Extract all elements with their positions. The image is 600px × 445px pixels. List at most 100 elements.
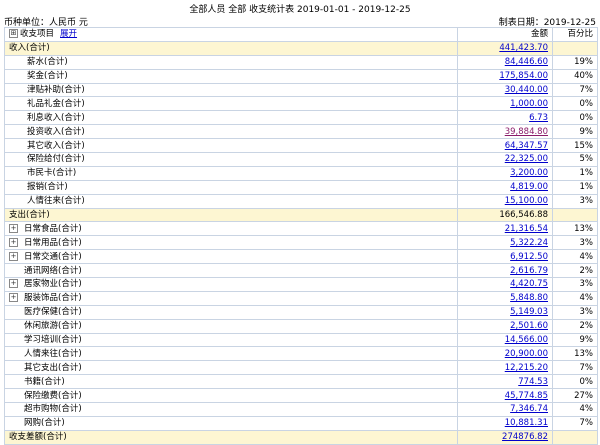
expense-item-amount-link[interactable]: 7,346.74 bbox=[510, 404, 548, 414]
income-item-amount-link[interactable]: 22,325.00 bbox=[505, 154, 548, 164]
expense-item-row: 通讯网络(合计) 2,616.79 2% bbox=[4, 263, 598, 279]
balance-total-row: 收支差额(合计) 274876.82 bbox=[4, 430, 598, 445]
expense-item-row: 其它支出(合计) 12,215.20 7% bbox=[4, 360, 598, 376]
income-item-percent: 9% bbox=[552, 124, 598, 140]
expense-item-label: 书籍(合计) bbox=[24, 376, 65, 387]
income-item-row: 投资收入(合计) 39,884.80 9% bbox=[4, 124, 598, 140]
expense-item-row: + 日常交通(合计) 6,912.50 4% bbox=[4, 249, 598, 265]
income-item-label: 津贴补助(合计) bbox=[27, 85, 85, 95]
income-item-amount-link[interactable]: 39,884.80 bbox=[505, 127, 548, 137]
expense-item-percent: 3% bbox=[552, 277, 598, 292]
expense-item-label: 服装饰品(合计) bbox=[24, 293, 82, 304]
income-item-amount-link[interactable]: 3,200.00 bbox=[510, 168, 548, 178]
expand-plus-icon[interactable]: + bbox=[9, 293, 18, 303]
report-title: 全部人员 全部 收支统计表 2019-01-01 - 2019-12-25 bbox=[189, 5, 411, 15]
expense-item-amount-link[interactable]: 2,616.79 bbox=[510, 266, 548, 276]
expand-plus-icon[interactable]: + bbox=[9, 279, 18, 289]
expense-item-percent: 4% bbox=[552, 402, 598, 417]
income-item-label: 报销(合计) bbox=[27, 182, 68, 193]
income-item-amount-link[interactable]: 30,440.00 bbox=[505, 85, 548, 95]
header-item-label: 收支项目 bbox=[20, 29, 55, 40]
expense-item-amount-link[interactable]: 12,215.20 bbox=[505, 363, 548, 373]
expense-item-row: 学习培训(合计) 14,566.00 9% bbox=[4, 333, 598, 348]
expense-item-amount-link[interactable]: 14,566.00 bbox=[505, 335, 548, 345]
expense-item-label: 日常食品(合计) bbox=[24, 223, 82, 234]
income-item-percent: 3% bbox=[552, 194, 598, 209]
income-item-label: 其它收入(合计) bbox=[27, 140, 85, 151]
income-item-amount-link[interactable]: 84,446.60 bbox=[505, 57, 548, 67]
income-item-percent: 5% bbox=[552, 152, 598, 167]
expense-item-label: 人情来往(合计) bbox=[24, 348, 82, 359]
expense-item-percent: 9% bbox=[552, 333, 598, 348]
income-item-row: 其它收入(合计) 64,347.57 15% bbox=[4, 138, 598, 154]
expense-item-row: + 服装饰品(合计) 5,848.80 4% bbox=[4, 291, 598, 306]
income-item-row: 报销(合计) 4,819.00 1% bbox=[4, 180, 598, 195]
income-item-amount-link[interactable]: 4,819.00 bbox=[510, 182, 548, 192]
income-total-row: 收入(合计) 441,423.70 bbox=[4, 41, 598, 56]
income-item-percent: 19% bbox=[552, 55, 598, 70]
income-item-row: 人情往来(合计) 15,100.00 3% bbox=[4, 194, 598, 209]
expense-item-label: 居家物业(合计) bbox=[24, 279, 82, 290]
income-item-row: 礼品礼金(合计) 1,000.00 0% bbox=[4, 96, 598, 112]
expense-item-label: 日常交通(合计) bbox=[24, 251, 82, 262]
expense-item-label: 日常用品(合计) bbox=[24, 237, 82, 248]
expense-item-amount-link[interactable]: 20,900.00 bbox=[505, 349, 548, 359]
expense-item-amount-link[interactable]: 774.53 bbox=[518, 377, 548, 387]
expense-item-percent: 4% bbox=[552, 249, 598, 265]
collapse-all-toggle-icon[interactable]: ⊞ bbox=[9, 29, 18, 39]
expense-item-percent: 0% bbox=[552, 374, 598, 390]
income-item-label: 保险给付(合计) bbox=[27, 154, 85, 165]
expense-item-row: 医疗保健(合计) 5,149.03 3% bbox=[4, 305, 598, 320]
expense-item-percent: 7% bbox=[552, 416, 598, 431]
expense-item-row: + 日常食品(合计) 21,316.54 13% bbox=[4, 221, 598, 237]
expense-item-amount-link[interactable]: 6,912.50 bbox=[510, 252, 548, 262]
expense-item-row: 保险缴费(合计) 45,774.85 27% bbox=[4, 388, 598, 404]
income-item-percent: 40% bbox=[552, 69, 598, 84]
expense-item-label: 学习培训(合计) bbox=[24, 335, 82, 346]
income-item-amount-link[interactable]: 64,347.57 bbox=[505, 141, 548, 151]
income-item-label: 利息收入(合计) bbox=[27, 112, 85, 123]
income-item-amount-link[interactable]: 175,854.00 bbox=[499, 71, 548, 81]
income-item-percent: 0% bbox=[552, 110, 598, 126]
income-item-row: 津贴补助(合计) 30,440.00 7% bbox=[4, 83, 598, 98]
expand-plus-icon[interactable]: + bbox=[9, 251, 18, 261]
income-item-label: 奖金(合计) bbox=[27, 71, 68, 82]
expense-item-label: 超市购物(合计) bbox=[24, 404, 82, 415]
expense-item-row: + 日常用品(合计) 5,322.24 3% bbox=[4, 235, 598, 251]
income-item-amount-link[interactable]: 6.73 bbox=[529, 113, 548, 123]
expense-item-row: 网购(合计) 10,881.31 7% bbox=[4, 416, 598, 431]
income-item-row: 奖金(合计) 175,854.00 40% bbox=[4, 69, 598, 84]
expense-item-amount-link[interactable]: 45,774.85 bbox=[505, 391, 548, 401]
report-table: ⊞ 收支项目 展开 金额 百分比 收入(合计) 441,423.70 薪水(合计) 8… bbox=[4, 27, 598, 445]
expand-all-link[interactable]: 展开 bbox=[60, 29, 77, 39]
income-item-percent: 1% bbox=[552, 180, 598, 195]
income-item-label: 礼品礼金(合计) bbox=[27, 98, 85, 109]
expense-item-amount-link[interactable]: 10,881.31 bbox=[505, 418, 548, 428]
expense-item-amount-link[interactable]: 5,149.03 bbox=[510, 307, 548, 317]
expense-item-label: 网购(合计) bbox=[24, 418, 65, 429]
expense-item-percent: 2% bbox=[552, 319, 598, 334]
expense-item-amount-link[interactable]: 4,420.75 bbox=[510, 279, 548, 289]
income-item-amount-link[interactable]: 1,000.00 bbox=[510, 99, 548, 109]
income-item-label: 薪水(合计) bbox=[27, 57, 68, 68]
expense-item-row: 人情来往(合计) 20,900.00 13% bbox=[4, 346, 598, 362]
expense-item-amount-link[interactable]: 21,316.54 bbox=[505, 224, 548, 234]
expand-plus-icon[interactable]: + bbox=[9, 237, 18, 247]
expense-item-label: 休闲旅游(合计) bbox=[24, 321, 82, 332]
income-item-row: 市民卡(合计) 3,200.00 1% bbox=[4, 166, 598, 181]
income-total-amount[interactable]: 441,423.70 bbox=[499, 43, 548, 53]
header-percent: 百分比 bbox=[552, 27, 598, 42]
expense-item-amount-link[interactable]: 2,501.60 bbox=[510, 321, 548, 331]
income-total-label: 收入(合计) bbox=[4, 41, 458, 56]
expense-item-amount-link[interactable]: 5,322.24 bbox=[510, 238, 548, 248]
income-item-percent: 0% bbox=[552, 96, 598, 112]
expense-total-row: 支出(合计) 166,546.88 bbox=[4, 208, 598, 223]
income-item-amount-link[interactable]: 15,100.00 bbox=[505, 196, 548, 206]
expense-item-amount-link[interactable]: 5,848.80 bbox=[510, 293, 548, 303]
expand-plus-icon[interactable]: + bbox=[9, 223, 18, 233]
expense-item-label: 其它支出(合计) bbox=[24, 362, 82, 373]
expense-item-percent: 2% bbox=[552, 263, 598, 279]
income-item-percent: 7% bbox=[552, 83, 598, 98]
table-header-row: ⊞ 收支项目 展开 金额 百分比 bbox=[4, 27, 598, 42]
expense-item-row: 书籍(合计) 774.53 0% bbox=[4, 374, 598, 390]
